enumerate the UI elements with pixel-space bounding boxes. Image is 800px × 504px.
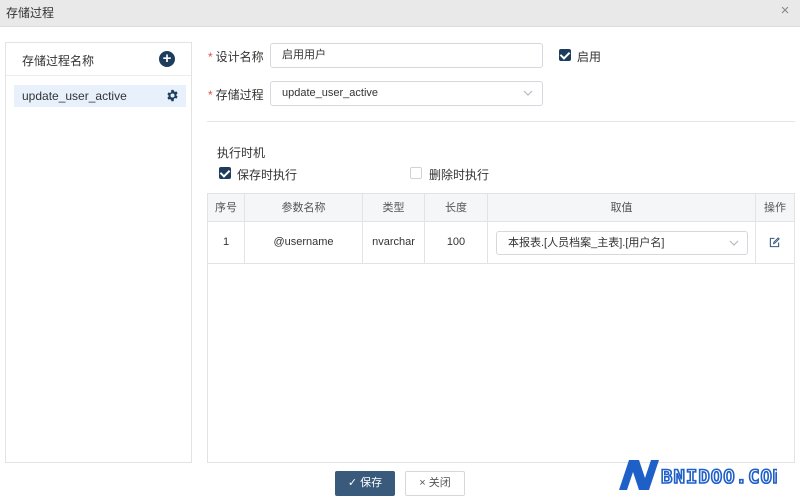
params-table: 序号 参数名称 类型 长度 取值 操作 1 @username nvarchar… (207, 193, 795, 463)
svg-text:BNIDOO.COM: BNIDOO.COM (661, 466, 777, 488)
cell-param-value: 本报表.[人员档案_主表].[用户名] (488, 222, 756, 264)
on-delete-label: 删除时执行 (429, 168, 490, 182)
param-value-select[interactable]: 本报表.[人员档案_主表].[用户名] (496, 231, 748, 255)
timing-title: 执行时机 (217, 146, 266, 160)
close-button[interactable]: × 关闭 (405, 471, 465, 496)
design-name-input[interactable]: 启用用户 (270, 43, 543, 68)
enabled-checkbox[interactable] (559, 49, 571, 61)
procedure-list-panel: 存储过程名称 + update_user_active (5, 42, 192, 463)
col-header-type: 类型 (363, 194, 425, 222)
procedure-select[interactable]: update_user_active (270, 81, 543, 106)
close-icon[interactable]: × (778, 3, 792, 18)
on-save-label: 保存时执行 (237, 168, 298, 182)
cell-param-type: nvarchar (363, 222, 425, 264)
cell-index: 1 (208, 222, 245, 264)
gear-icon[interactable] (166, 89, 179, 102)
table-header-row: 序号 参数名称 类型 长度 取值 操作 (208, 194, 794, 222)
procedure-list-title: 存储过程名称 (22, 54, 95, 68)
col-header-index: 序号 (208, 194, 245, 222)
chevron-down-icon (523, 90, 533, 96)
watermark-logo: BNIDOO.COM (619, 460, 777, 490)
table-row: 1 @username nvarchar 100 本报表.[人员档案_主表].[… (208, 222, 794, 264)
on-delete-checkbox[interactable] (410, 167, 422, 179)
on-save-checkbox[interactable] (219, 167, 231, 179)
cell-param-name: @username (245, 222, 363, 264)
design-name-label: * 设计名称 (208, 50, 264, 64)
cell-actions (756, 222, 794, 264)
cell-param-length: 100 (425, 222, 488, 264)
col-header-name: 参数名称 (245, 194, 363, 222)
required-mark: * (208, 50, 213, 64)
dialog-title: 存储过程 (6, 6, 55, 20)
procedure-label: * 存储过程 (208, 88, 264, 102)
required-mark: * (208, 88, 213, 102)
dialog-titlebar: 存储过程 × (0, 0, 800, 27)
param-value-select-text: 本报表.[人员档案_主表].[用户名] (508, 237, 665, 249)
col-header-actions: 操作 (764, 202, 786, 214)
procedure-list-item[interactable]: update_user_active (14, 85, 186, 107)
procedure-list-header: 存储过程名称 + (6, 43, 191, 76)
col-header-length: 长度 (425, 194, 488, 222)
x-icon: × (419, 477, 429, 489)
save-button[interactable]: ✓ 保存 (335, 471, 395, 496)
add-icon[interactable]: + (159, 51, 175, 67)
procedure-select-value: update_user_active (282, 87, 379, 99)
save-button-label: 保存 (360, 477, 383, 489)
col-header-value: 取值 (488, 194, 756, 222)
close-button-label: 关闭 (428, 477, 451, 489)
procedure-item-label: update_user_active (22, 89, 127, 103)
chevron-down-icon (729, 240, 739, 246)
section-divider (207, 121, 795, 122)
check-icon: ✓ (347, 477, 361, 489)
edit-icon[interactable] (769, 237, 780, 248)
enabled-label: 启用 (577, 50, 602, 64)
